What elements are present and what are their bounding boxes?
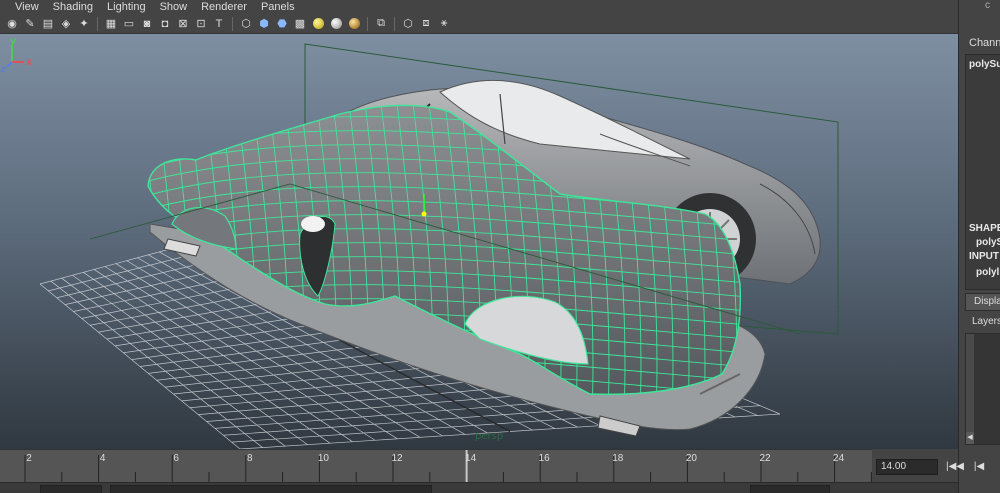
xray-joints-icon[interactable]: ⧈	[418, 16, 434, 32]
go-to-start-icon[interactable]: |◀◀	[946, 459, 964, 475]
panel-menu-bar: View Shading Lighting Show Renderer Panels	[0, 0, 958, 14]
toolbar-separator	[97, 16, 98, 31]
scroll-down-icon[interactable]: ◀	[966, 432, 974, 444]
time-slider[interactable]: 2 4 6 8 10 12 14 16 18 20 22 24	[0, 449, 872, 483]
time-tick-label: 8	[247, 453, 253, 464]
wireframe-icon[interactable]: ⬡	[238, 16, 254, 32]
time-tick-label: 6	[173, 453, 179, 464]
menu-view[interactable]: View	[8, 0, 46, 14]
end-time-field[interactable]	[750, 485, 830, 493]
svg-text:persp: persp	[475, 431, 503, 442]
smooth-shade-icon[interactable]: ⬢	[256, 16, 272, 32]
use-all-lights-icon[interactable]	[328, 16, 344, 32]
xray-components-icon[interactable]: ⚹	[436, 16, 452, 32]
gate-mask-icon[interactable]: ◘	[157, 16, 173, 32]
field-chart-icon[interactable]: ⊠	[175, 16, 191, 32]
shadows-icon[interactable]	[346, 16, 362, 32]
toolbar-separator	[394, 16, 395, 31]
time-tick-label: 18	[612, 453, 624, 464]
layer-list[interactable]: ◀	[965, 333, 1000, 445]
time-tick-label: 22	[759, 453, 771, 464]
axis-x-label: x	[26, 57, 32, 68]
shapes-label: SHAPE	[969, 223, 1000, 234]
camera-attributes-icon[interactable]: ✎	[22, 16, 38, 32]
axis-z-label: z	[1, 65, 6, 74]
time-tick-label: 12	[391, 453, 403, 464]
time-tick-label: 2	[26, 453, 32, 464]
range-bar[interactable]	[110, 485, 432, 493]
time-tick-label: 14	[465, 453, 477, 464]
layer-scrollbar[interactable]: ◀	[966, 334, 974, 444]
time-tick-label: 4	[99, 453, 106, 464]
channel-box[interactable]: polySu SHAPE polyS INPUT polyl	[965, 54, 1000, 290]
grid-icon[interactable]: ▦	[103, 16, 119, 32]
film-gate-icon[interactable]: ▭	[121, 16, 137, 32]
toolbar-separator	[367, 16, 368, 31]
current-time-field[interactable]: 14.00	[876, 459, 938, 475]
perspective-viewport[interactable]: persp y x z	[0, 34, 958, 449]
time-tick-label: 10	[317, 453, 329, 464]
step-back-icon[interactable]: |◀	[970, 459, 988, 475]
textured-icon[interactable]: ▩	[292, 16, 308, 32]
wireframe-on-shaded-icon[interactable]: ⬣	[274, 16, 290, 32]
menu-show[interactable]: Show	[153, 0, 195, 14]
channels-menu[interactable]: Channe	[959, 34, 1000, 52]
bookmark-icon[interactable]: ▤	[40, 16, 56, 32]
time-tick-label: 20	[685, 453, 697, 464]
panel-top-label: c	[985, 0, 990, 11]
panel-toolbar: ◉ ✎ ▤ ◈ ✦ ▦ ▭ ◙ ◘ ⊠ ⊡ T ⬡ ⬢ ⬣ ▩ ⧉ ⬡ ⧈ ⚹	[0, 14, 958, 34]
menu-panels[interactable]: Panels	[254, 0, 302, 14]
menu-shading[interactable]: Shading	[46, 0, 100, 14]
safe-action-icon[interactable]: ⊡	[193, 16, 209, 32]
inputs-label: INPUT	[969, 251, 999, 262]
toolbar-separator	[232, 16, 233, 31]
camera-icon[interactable]: ◉	[4, 16, 20, 32]
resolution-gate-icon[interactable]: ◙	[139, 16, 155, 32]
xray-icon[interactable]: ⬡	[400, 16, 416, 32]
object-name[interactable]: polySu	[969, 59, 1000, 70]
menu-lighting[interactable]: Lighting	[100, 0, 153, 14]
viewport-scene: persp	[39, 43, 839, 449]
range-slider[interactable]	[0, 482, 958, 493]
tab-display[interactable]: Displa	[965, 293, 1000, 311]
time-tick-label: 16	[538, 453, 550, 464]
2d-pan-zoom-icon[interactable]: ✦	[76, 16, 92, 32]
start-time-field[interactable]	[40, 485, 102, 493]
input-item[interactable]: polyl	[976, 267, 999, 278]
image-plane-icon[interactable]: ◈	[58, 16, 74, 32]
axis-indicator: y x z	[1, 36, 32, 74]
channel-box-panel: c Channe polySu SHAPE polyS INPUT polyl …	[958, 0, 1000, 493]
axis-y-label: y	[10, 36, 16, 47]
layers-menu[interactable]: Layers	[965, 313, 1000, 331]
shape-item[interactable]: polyS	[976, 237, 1000, 248]
time-ticks	[24, 450, 872, 483]
default-light-icon[interactable]	[310, 16, 326, 32]
time-tick-label: 24	[833, 453, 845, 464]
safe-title-icon[interactable]: T	[211, 16, 227, 32]
menu-renderer[interactable]: Renderer	[194, 0, 254, 14]
isolate-select-icon[interactable]: ⧉	[373, 16, 389, 32]
